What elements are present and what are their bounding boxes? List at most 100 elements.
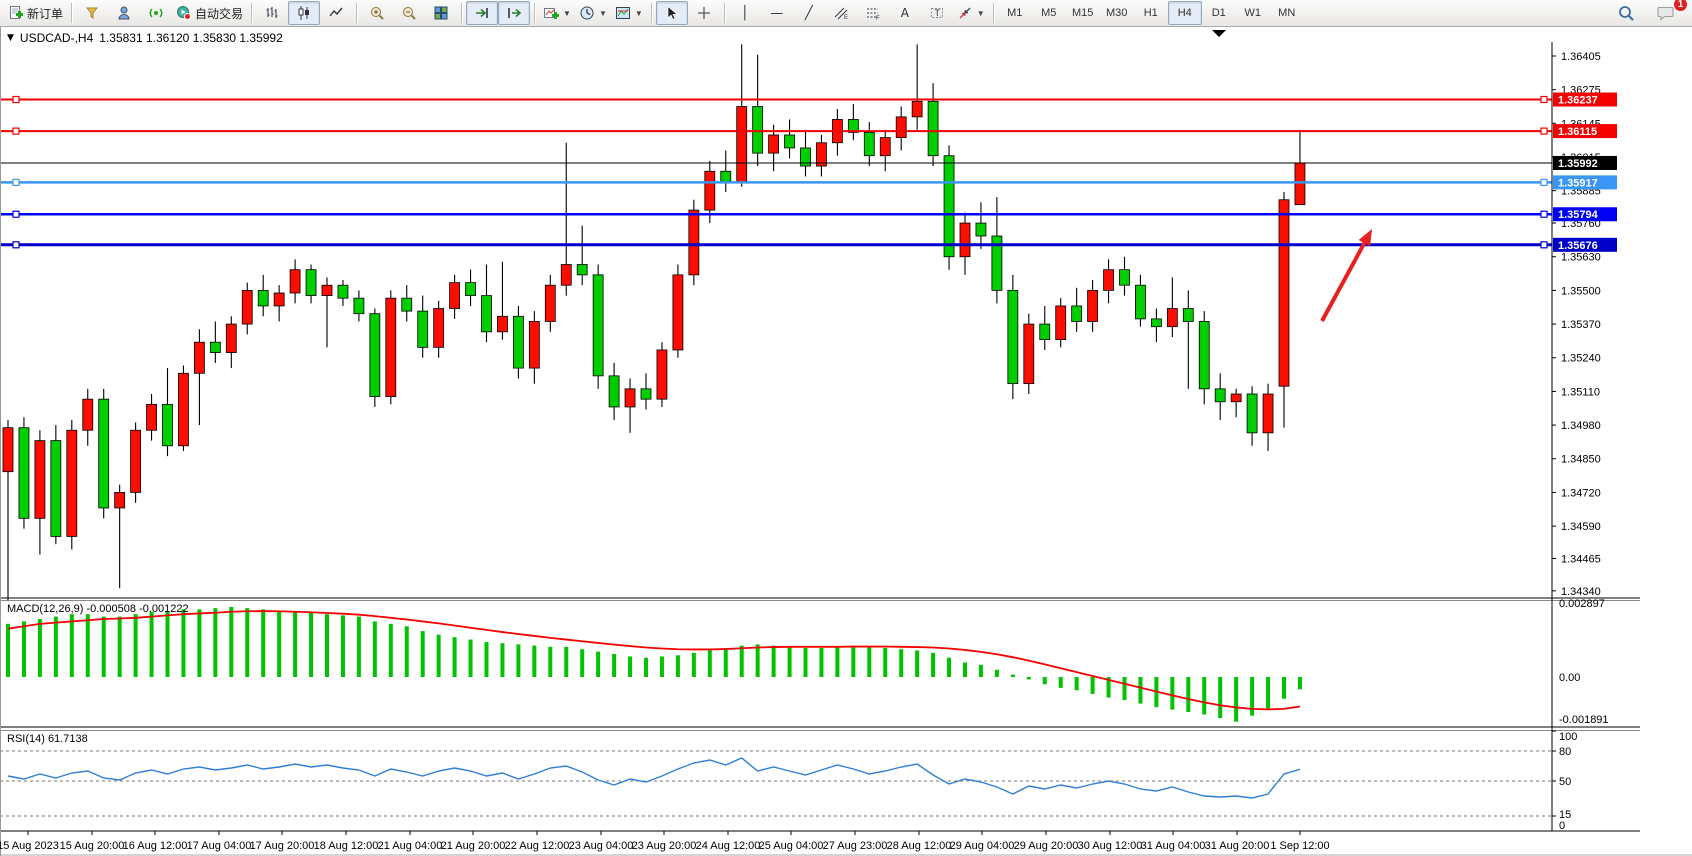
bull-candle <box>880 138 890 156</box>
svg-text:1.34720: 1.34720 <box>1561 487 1601 499</box>
channel-tool[interactable]: E <box>825 1 857 25</box>
macd-histogram-bar <box>1218 677 1222 718</box>
price-tag-1.35992: 1.35992 <box>1553 156 1617 170</box>
filter-button[interactable] <box>76 1 108 25</box>
candlestick-chart-button[interactable] <box>288 1 320 25</box>
macd-histogram-bar <box>772 646 776 677</box>
bull-candle <box>1104 270 1114 291</box>
signal-button[interactable] <box>140 1 172 25</box>
svg-text:29 Aug 04:00: 29 Aug 04:00 <box>950 840 1015 852</box>
macd-indicator-label: MACD(12,26,9) -0.000508 -0.001222 <box>7 603 189 615</box>
bear-candle <box>976 223 986 236</box>
macd-histogram-bar <box>54 617 58 677</box>
fibonacci-tool[interactable]: F <box>857 1 889 25</box>
bear-candle <box>1120 270 1130 286</box>
bear-candle <box>1040 324 1050 340</box>
macd-histogram-bar <box>915 650 919 677</box>
chart-shift-button[interactable] <box>498 1 530 25</box>
timeframe-d1[interactable]: D1 <box>1202 1 1236 25</box>
new-order-label: 新订单 <box>27 5 63 22</box>
svg-text:1.35500: 1.35500 <box>1561 285 1601 297</box>
crosshair-button[interactable] <box>688 1 720 25</box>
zoom-in-icon <box>369 5 385 21</box>
svg-text:1.35676: 1.35676 <box>1558 240 1598 252</box>
macd-histogram-bar <box>70 614 74 677</box>
svg-text:1.35630: 1.35630 <box>1561 252 1601 264</box>
vertical-line-tool[interactable]: │ <box>729 1 761 25</box>
clock-icon <box>579 5 595 21</box>
contacts-button[interactable] <box>108 1 140 25</box>
macd-histogram-bar <box>453 637 457 677</box>
search-button[interactable] <box>1610 1 1642 25</box>
bull-candle <box>1279 200 1289 386</box>
bull-candle <box>497 316 507 332</box>
timeframe-m30[interactable]: M30 <box>1100 1 1134 25</box>
timeframe-m5[interactable]: M5 <box>1032 1 1066 25</box>
bear-candle <box>418 311 428 347</box>
price-tag-1.36237: 1.36237 <box>1553 93 1617 107</box>
timeframe-m1[interactable]: M1 <box>998 1 1032 25</box>
svg-text:0.00: 0.00 <box>1559 672 1580 684</box>
line-handle <box>1541 128 1547 134</box>
arrows-tool[interactable]: ▼ <box>953 1 989 25</box>
notifications-button[interactable]: 1 <box>1650 1 1682 25</box>
templates-button[interactable]: ▼ <box>611 1 647 25</box>
zoom-out-button[interactable] <box>393 1 425 25</box>
chart-canvas[interactable]: 1.364051.362751.361451.360151.358851.357… <box>0 27 1692 856</box>
timeframe-h1[interactable]: H1 <box>1134 1 1168 25</box>
bull-candle <box>960 223 970 257</box>
macd-histogram-bar <box>1202 677 1206 714</box>
ohlc-dropdown-icon[interactable]: ▼ <box>7 33 14 43</box>
line-chart-button[interactable] <box>320 1 352 25</box>
text-tool[interactable]: A <box>889 1 921 25</box>
line-handle <box>1541 211 1547 217</box>
bar-chart-button[interactable] <box>256 1 288 25</box>
line-handle <box>13 97 19 103</box>
chart-title[interactable]: ▼ USDCAD-,H4 1.35831 1.36120 1.35830 1.3… <box>7 31 283 45</box>
svg-text:0.002897: 0.002897 <box>1559 598 1605 610</box>
timeframe-w1[interactable]: W1 <box>1236 1 1270 25</box>
bull-candle <box>625 389 635 407</box>
new-order-button[interactable]: 新订单 <box>4 1 67 25</box>
macd-histogram-bar <box>819 648 823 677</box>
text-label-tool[interactable]: T <box>921 1 953 25</box>
svg-text:E: E <box>844 15 848 21</box>
svg-text:17 Aug 04:00: 17 Aug 04:00 <box>187 840 252 852</box>
new-order-icon <box>8 5 24 21</box>
auto-trading-button[interactable]: 自动交易 <box>172 1 247 25</box>
timeframe-mn[interactable]: MN <box>1270 1 1304 25</box>
funnel-icon <box>84 5 100 21</box>
bear-candle <box>944 156 954 257</box>
macd-histogram-bar <box>995 670 999 677</box>
bull-candle <box>912 101 922 117</box>
macd-histogram-bar <box>1298 677 1302 689</box>
macd-histogram-bar <box>708 650 712 677</box>
macd-histogram-bar <box>756 644 760 677</box>
auto-scroll-button[interactable] <box>466 1 498 25</box>
macd-histogram-bar <box>197 609 201 677</box>
bull-candle <box>290 270 300 293</box>
zoom-in-button[interactable] <box>361 1 393 25</box>
tile-windows-button[interactable] <box>425 1 457 25</box>
timeframe-h4[interactable]: H4 <box>1168 1 1202 25</box>
macd-histogram-bar <box>612 654 616 677</box>
macd-histogram-bar <box>325 614 329 677</box>
chart-symbol: USDCAD-,H4 <box>20 31 93 45</box>
macd-histogram-bar <box>150 612 154 677</box>
line-handle <box>13 179 19 185</box>
line-handle <box>13 128 19 134</box>
macd-histogram-bar <box>516 644 520 677</box>
macd-histogram-bar <box>213 608 217 677</box>
macd-histogram-bar <box>979 665 983 677</box>
macd-histogram-bar <box>1138 677 1142 704</box>
macd-histogram-bar <box>500 643 504 677</box>
chart-shift-icon <box>506 5 522 21</box>
cursor-button[interactable] <box>656 1 688 25</box>
timeframe-m15[interactable]: M15 <box>1066 1 1100 25</box>
macd-histogram-bar <box>485 642 489 677</box>
svg-text:1.36115: 1.36115 <box>1558 126 1597 138</box>
indicators-button[interactable]: ▼ <box>539 1 575 25</box>
periods-button[interactable]: ▼ <box>575 1 611 25</box>
horizontal-line-tool[interactable]: — <box>761 1 793 25</box>
trendline-tool[interactable]: ╱ <box>793 1 825 25</box>
